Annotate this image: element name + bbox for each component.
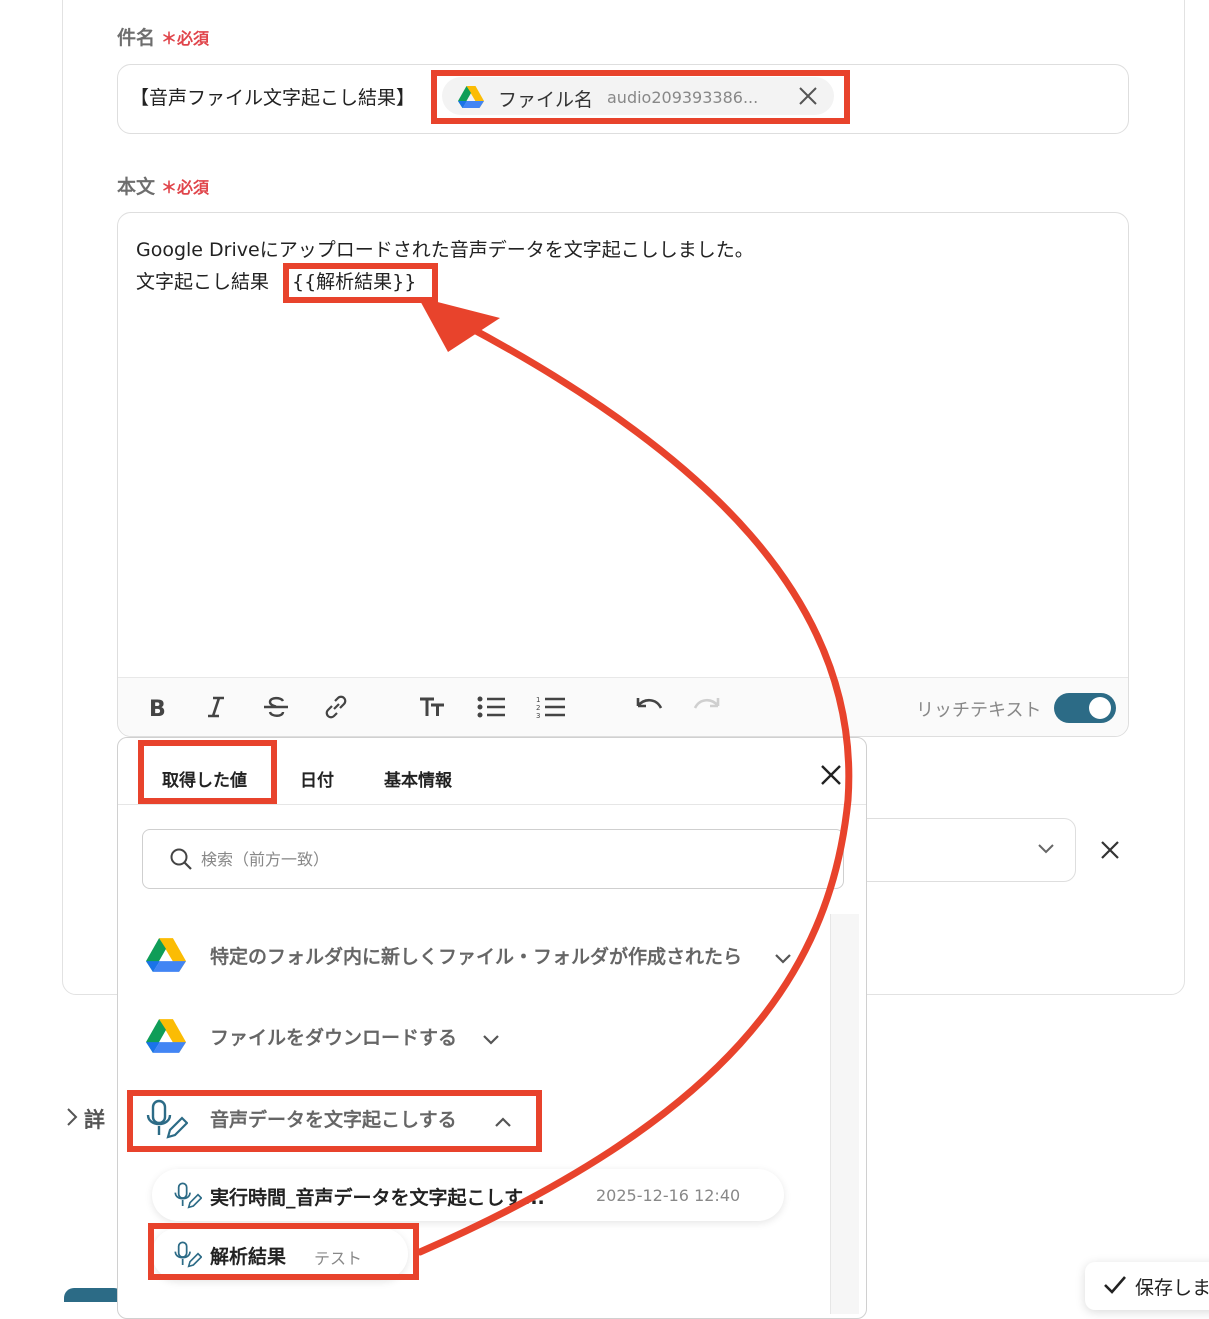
annotation-arrow: [416, 297, 853, 1256]
check-icon: [1103, 1274, 1127, 1300]
save-button[interactable]: 保存しま: [1085, 1262, 1209, 1310]
